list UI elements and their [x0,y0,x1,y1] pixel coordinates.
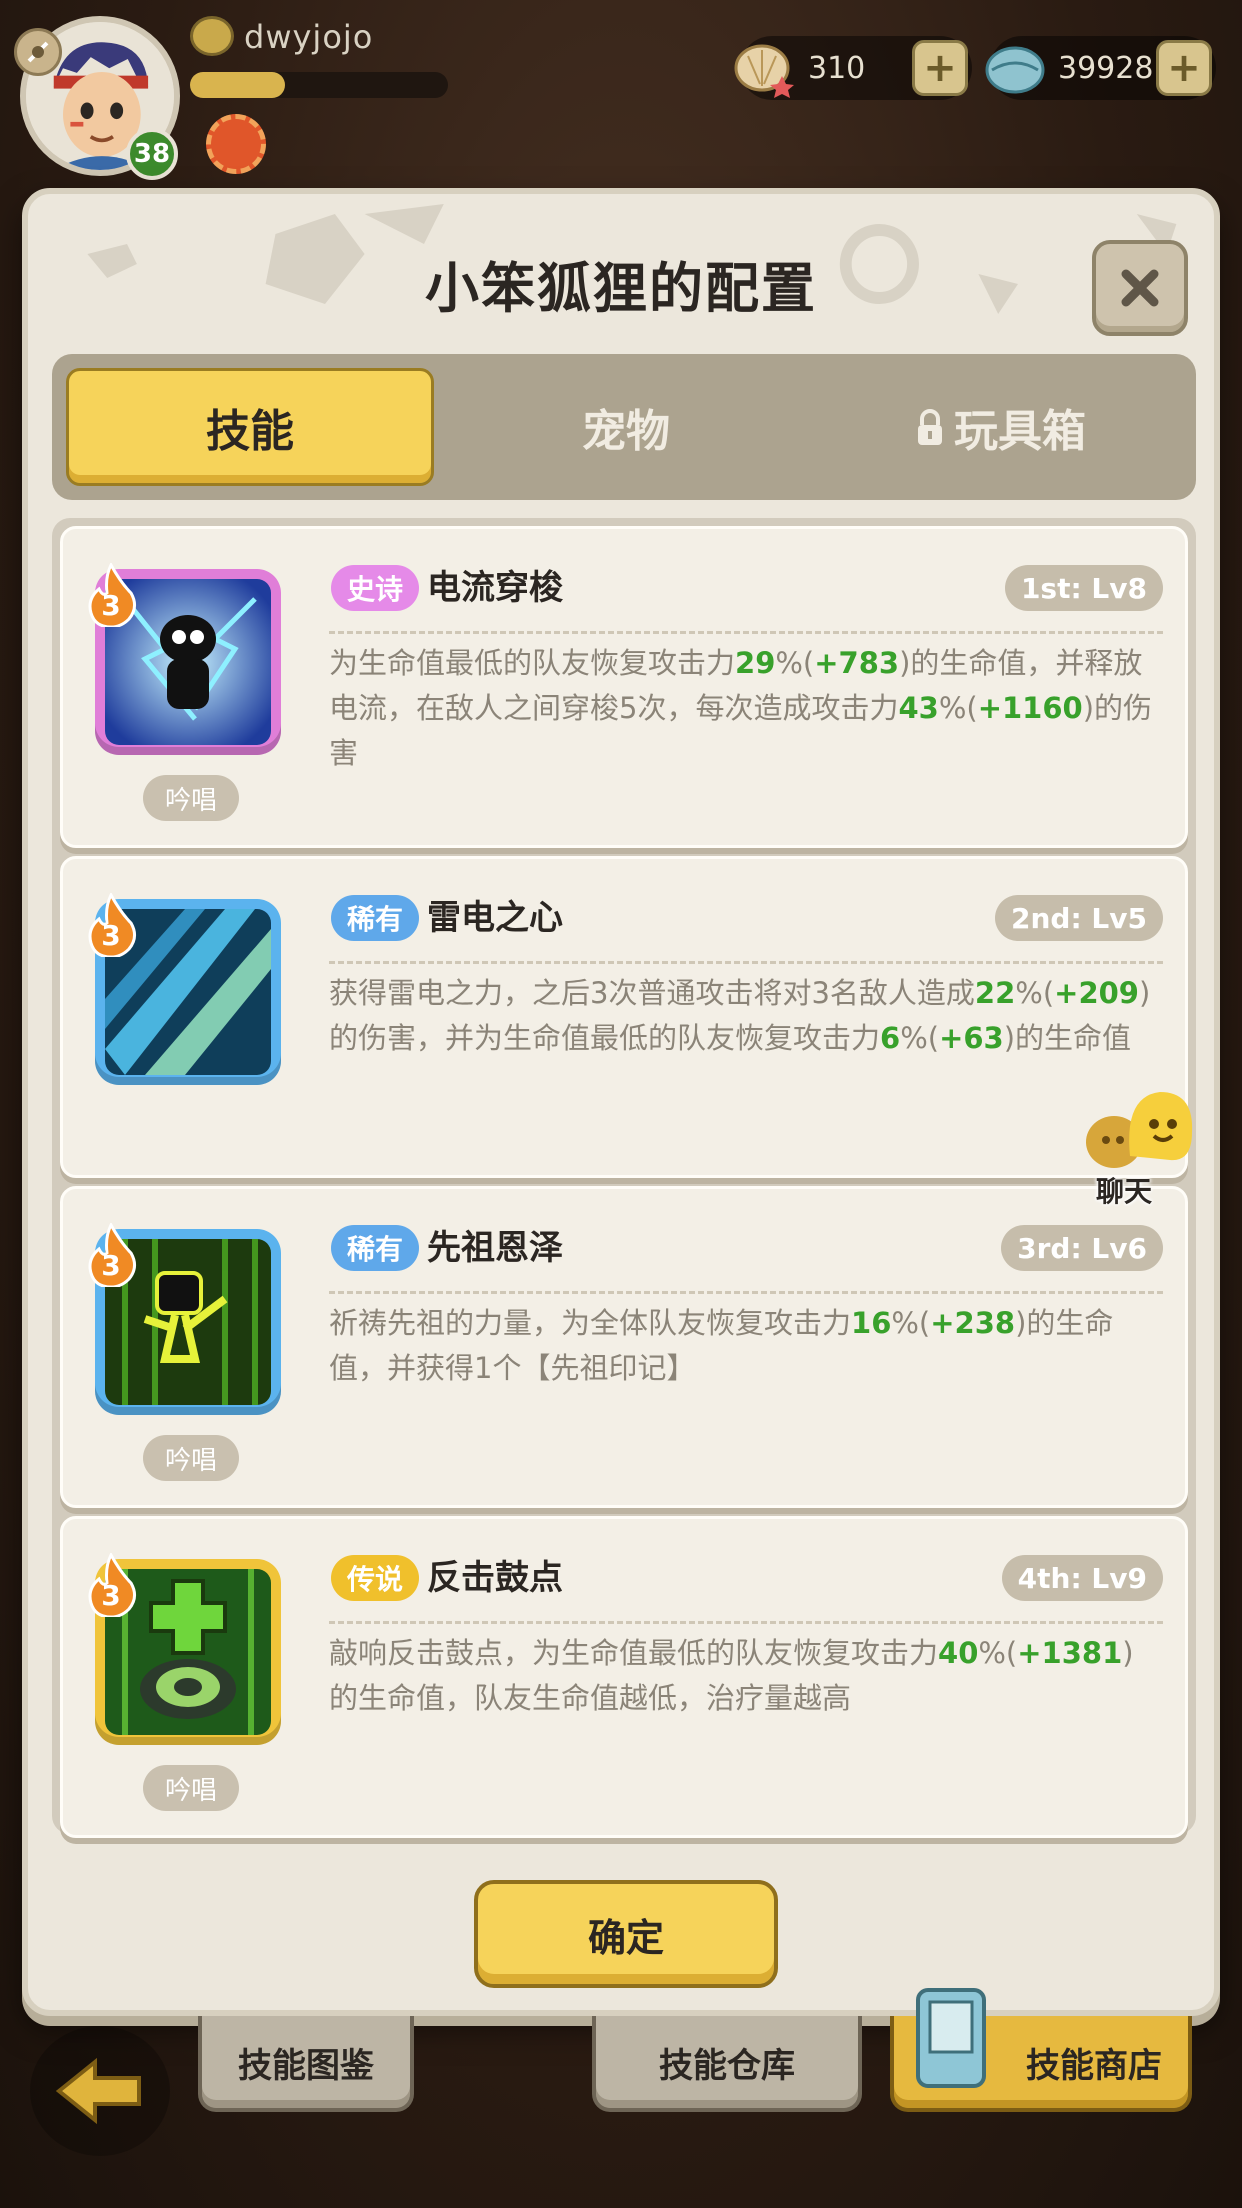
bottom-nav: 技能图鉴 技能仓库 技能商店 [0,1988,1242,2208]
close-button[interactable] [1092,240,1188,336]
chip-icon[interactable] [206,114,266,174]
skill-value-highlight: +1381 [1017,1636,1123,1670]
close-icon [1121,269,1159,307]
config-modal: 小笨狐狸的配置 技能 宠物 玩具箱 3 吟唱 史诗 电流穿梭 1st: Lv8 为生命值最… [22,188,1220,2016]
tab-toybox[interactable]: 玩具箱 [816,368,1184,486]
currency-clams: 39928 + [985,36,1216,100]
skill-value-highlight: +63 [939,1021,1004,1055]
skill-description-text: 祈祷先祖的力量，为全体队友恢复攻击力 [329,1306,852,1340]
skill-value-highlight: 22 [974,976,1016,1010]
skill-card[interactable]: 3 吟唱 传说 反击鼓点 4th: Lv9 敲响反击鼓点，为生命值最低的队友恢复攻击力40… [60,1516,1188,1838]
back-button[interactable] [30,2026,170,2156]
skill-slot-level-badge: 4th: Lv9 [1001,1555,1163,1601]
title-icon [190,16,234,56]
skill-description: 为生命值最低的队友恢复攻击力29%(+783)的生命值，并释放电流，在敌人之间穿… [329,641,1161,776]
skill-name: 雷电之心 [427,898,563,938]
skill-star-level: 3 [101,589,121,622]
rarity-badge: 史诗 [331,565,420,611]
add-clams-button[interactable]: + [1156,40,1212,96]
divider [329,1291,1163,1294]
chat-button[interactable]: 聊天 [1074,1086,1214,1208]
skill-description-text: %( [900,1021,940,1055]
tab-bar: 技能 宠物 玩具箱 [52,354,1196,500]
skill-value-highlight: 40 [938,1636,979,1670]
skill-star-level-flame-icon: 3 [85,891,137,959]
rarity-badge: 稀有 [331,895,420,941]
chat-label: 聊天 [1096,1175,1153,1208]
back-arrow-icon [55,2057,141,2125]
divider [329,1621,1163,1624]
skill-name: 电流穿梭 [427,568,563,608]
skill-description-text: 为生命值最低的队友恢复攻击力 [329,646,736,680]
lock-icon [918,409,942,445]
skill-star-level: 3 [101,919,121,952]
clam-icon [985,46,1045,94]
skill-description: 获得雷电之力，之后3次普通攻击将对3名敌人造成22%(+209)的伤害，并为生命… [329,971,1161,1061]
rarity-badge: 传说 [331,1555,420,1601]
skill-star-level-flame-icon: 3 [85,1221,137,1289]
skill-value-highlight: +238 [930,1306,1016,1340]
skill-card[interactable]: 3 吟唱 史诗 电流穿梭 1st: Lv8 为生命值最低的队友恢复攻击力29%(+783)… [60,526,1188,848]
player-name: dwyjojo [244,18,374,56]
skill-description: 祈祷先祖的力量，为全体队友恢复攻击力16%(+238)的生命值，并获得1个【先祖… [329,1301,1161,1391]
skill-name: 先祖恩泽 [427,1228,563,1268]
currency-clams-value: 39928 [1058,50,1154,86]
skill-shop-button[interactable]: 技能商店 [890,1988,1192,2112]
skill-description-text: %( [775,646,815,680]
divider [329,961,1163,964]
skill-name: 反击鼓点 [427,1558,563,1598]
chant-badge: 吟唱 [143,775,239,821]
chant-badge: 吟唱 [143,1765,239,1811]
skill-value-highlight: +1160 [977,691,1083,725]
skill-card[interactable]: 3 稀有 雷电之心 2nd: Lv5 获得雷电之力，之后3次普通攻击将对3名敌人造成22… [60,856,1188,1178]
skill-description-text: %( [978,1636,1018,1670]
lock-badge-icon [14,28,62,76]
shell-star-icon [734,44,794,98]
skill-value-highlight: +783 [814,646,900,680]
skill-slot-level-badge: 2nd: Lv5 [995,895,1163,941]
xp-bar-fill [190,72,286,98]
modal-title: 小笨狐狸的配置 [425,257,817,320]
skill-value-highlight: +209 [1054,976,1139,1010]
divider [329,631,1163,634]
tab-pets[interactable]: 宠物 [442,368,810,486]
skill-card[interactable]: 3 吟唱 稀有 先祖恩泽 3rd: Lv6 祈祷先祖的力量，为全体队友恢复攻击力16%(+… [60,1186,1188,1508]
skill-star-level-flame-icon: 3 [85,1551,137,1619]
skill-storage-button[interactable]: 技能仓库 [592,2016,862,2112]
tab-pets-label: 宠物 [582,406,670,457]
skill-description: 敲响反击鼓点，为生命值最低的队友恢复攻击力40%(+1381)的生命值，队友生命… [329,1631,1161,1721]
skill-description-text: %( [938,691,978,725]
skill-value-highlight: 43 [898,691,939,725]
skill-value-highlight: 16 [851,1306,892,1340]
skill-slot-level-badge: 3rd: Lv6 [1001,1225,1163,1271]
skill-star-level: 3 [101,1579,121,1612]
skill-star-level-flame-icon: 3 [85,561,137,629]
xp-bar [190,72,448,98]
skill-shop-label: 技能商店 [1026,2045,1162,2086]
top-hud: 38 dwyjojo 310 + 39928 + [0,0,1242,180]
chat-icon [1086,1092,1193,1168]
skill-value-highlight: 29 [735,646,776,680]
skill-codex-button[interactable]: 技能图鉴 [198,2016,414,2112]
tab-skills[interactable]: 技能 [66,368,434,486]
skill-description-text: 获得雷电之力，之后3次普通攻击将对3名敌人造成 [329,976,975,1010]
skill-star-level: 3 [101,1249,121,1282]
skill-slot-level-badge: 1st: Lv8 [1004,565,1163,611]
confirm-button[interactable]: 确定 [474,1880,778,1988]
rarity-badge: 稀有 [331,1225,420,1271]
add-shells-button[interactable]: + [912,40,968,96]
shop-machine-icon [916,1988,986,2088]
skill-description-text: %( [891,1306,931,1340]
skill-description-text: %( [1015,976,1055,1010]
skill-list: 3 吟唱 史诗 电流穿梭 1st: Lv8 为生命值最低的队友恢复攻击力29%(+783)… [52,518,1196,1838]
tab-toybox-label: 玩具箱 [954,406,1086,457]
currency-shells: 310 + [734,36,972,100]
player-level-badge: 38 [126,128,178,180]
currency-shells-value: 310 [808,50,866,86]
chant-badge: 吟唱 [143,1435,239,1481]
tab-skills-label: 技能 [206,406,294,457]
skill-description-text: 敲响反击鼓点，为生命值最低的队友恢复攻击力 [329,1636,939,1670]
skill-value-highlight: 6 [880,1021,901,1055]
skill-description-text: )的生命值 [1003,1021,1132,1055]
